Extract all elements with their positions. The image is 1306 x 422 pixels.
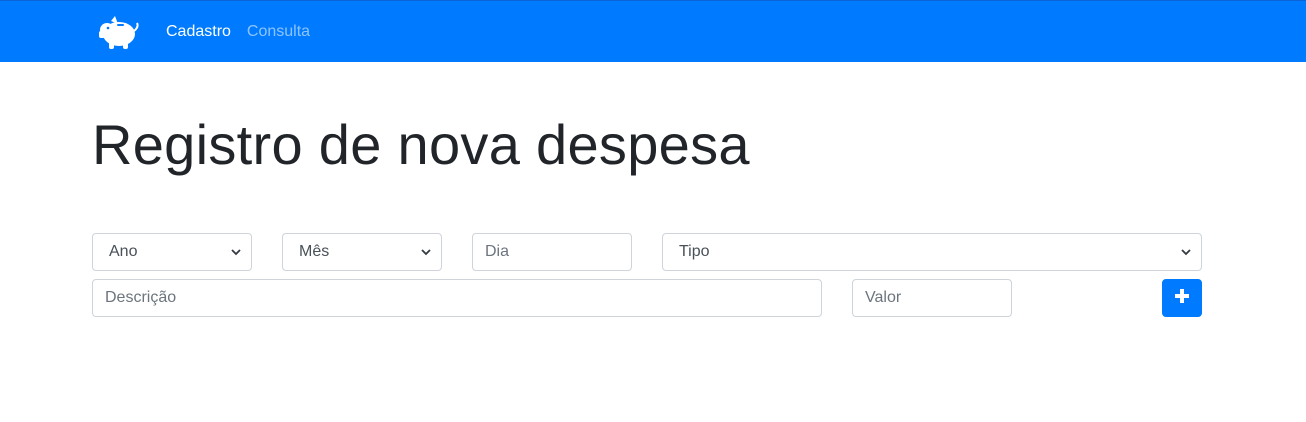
add-expense-button[interactable] <box>1162 279 1202 317</box>
page-title: Registro de nova despesa <box>92 113 750 176</box>
nav-link-consulta[interactable]: Consulta <box>247 23 310 41</box>
tipo-select-value: Tipo <box>679 243 710 260</box>
nav-link-cadastro[interactable]: Cadastro <box>166 23 231 41</box>
valor-input[interactable] <box>852 279 1012 317</box>
dia-input[interactable] <box>472 233 632 271</box>
ano-select-value: Ano <box>109 243 138 260</box>
mes-select-value: Mês <box>299 243 330 260</box>
navbar: Cadastro Consulta <box>0 0 1306 62</box>
tipo-select[interactable]: Tipo <box>662 233 1202 271</box>
navbar-content: Cadastro Consulta <box>96 1 326 62</box>
mes-select[interactable]: Mês <box>282 233 442 271</box>
plus-icon <box>1175 288 1189 308</box>
chevron-down-icon <box>1181 247 1191 257</box>
chevron-down-icon <box>231 247 241 257</box>
ano-select[interactable]: Ano <box>92 233 252 271</box>
descricao-input[interactable] <box>92 279 822 317</box>
chevron-down-icon <box>421 247 431 257</box>
piggy-bank-icon[interactable] <box>96 13 140 51</box>
